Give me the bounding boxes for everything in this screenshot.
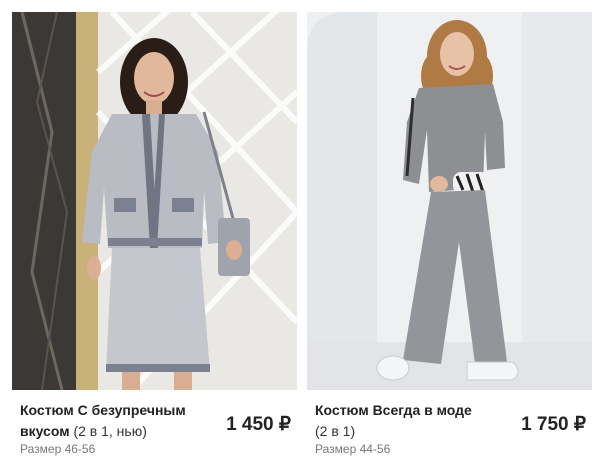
product-title-sub[interactable]: (2 в 1)	[315, 423, 355, 439]
product-info: Костюм С безупречным вкусом (2 в 1, нью)…	[12, 390, 297, 460]
product-size: Размер 46-56	[20, 442, 96, 456]
product-image[interactable]	[12, 12, 297, 390]
product-card[interactable]: Костюм Всегда в моде (2 в 1) 1 750 ₽ Раз…	[307, 12, 592, 460]
product-grid: Костюм С безупречным вкусом (2 в 1, нью)…	[0, 0, 607, 466]
product-size: Размер 44-56	[315, 442, 391, 456]
product-title[interactable]: Костюм Всегда в моде (2 в 1)	[315, 400, 505, 442]
product-title-sub[interactable]: (2 в 1, нью)	[73, 423, 146, 439]
product-card[interactable]: Костюм С безупречным вкусом (2 в 1, нью)…	[12, 12, 297, 460]
product-title-main[interactable]: Костюм Всегда в моде	[315, 402, 472, 418]
product-title[interactable]: Костюм С безупречным вкусом (2 в 1, нью)	[20, 400, 210, 442]
product-price: 1 750 ₽	[521, 414, 586, 435]
product-image[interactable]	[307, 12, 592, 390]
product-price: 1 450 ₽	[226, 414, 291, 435]
product-info: Костюм Всегда в моде (2 в 1) 1 750 ₽ Раз…	[307, 390, 592, 460]
